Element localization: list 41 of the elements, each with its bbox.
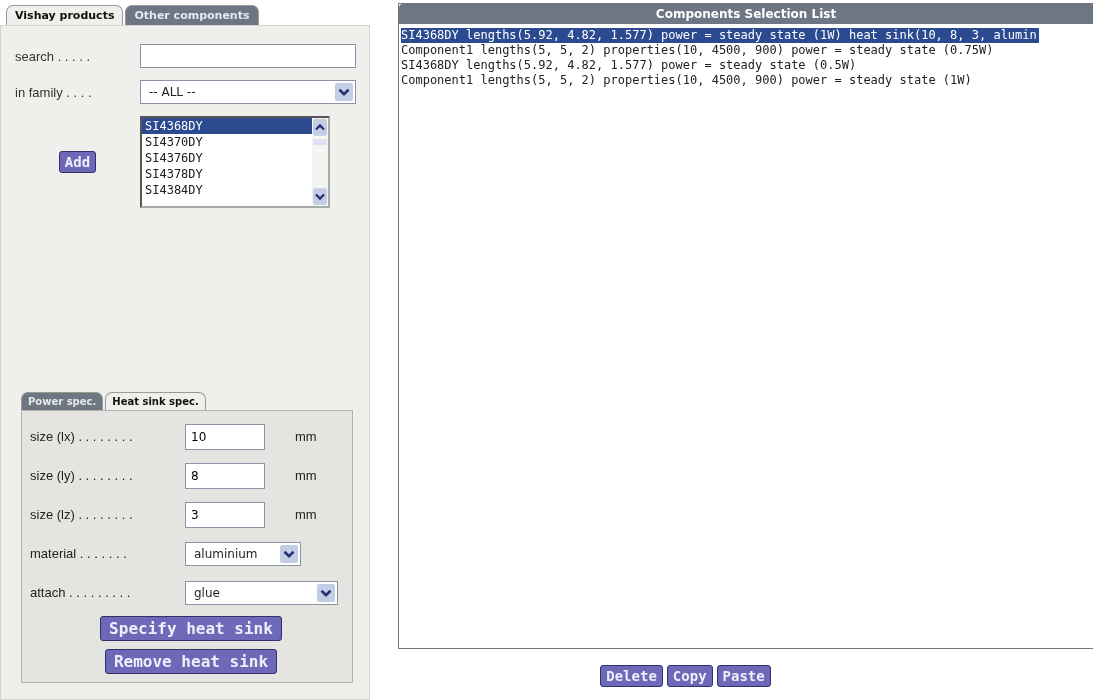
list-row[interactable]: SI4368DY lengths(5.92, 4.82, 1.577) power = steady state (1W) heat sink(10, 8, 3, alumin bbox=[401, 28, 1039, 43]
field-label: material . . . . . . . bbox=[30, 546, 128, 561]
input-field[interactable]: 8 bbox=[185, 462, 265, 489]
unit-label: mm bbox=[295, 507, 317, 522]
field-label: attach . . . . . . . . . bbox=[30, 585, 132, 600]
list-item[interactable]: SI4378DY bbox=[142, 166, 312, 182]
unit-label: mm bbox=[295, 429, 317, 444]
search-field[interactable] bbox=[140, 44, 356, 68]
field-label: size (ly) . . . . . . . . bbox=[30, 468, 134, 483]
action-button[interactable]: Paste bbox=[716, 665, 771, 687]
dropdown[interactable]: glue bbox=[185, 580, 338, 605]
action-button[interactable]: Specify heat sink bbox=[100, 616, 282, 641]
add-button[interactable]: Add bbox=[58, 151, 97, 173]
input-field[interactable]: 3 bbox=[185, 501, 265, 528]
list-item[interactable]: SI4370DY bbox=[142, 134, 312, 150]
input-field[interactable]: 10 bbox=[185, 423, 265, 450]
chevron-down-icon bbox=[335, 83, 353, 101]
list-item[interactable]: SI4376DY bbox=[142, 150, 312, 166]
tab[interactable]: Heat sink spec. bbox=[105, 392, 206, 410]
family-dropdown[interactable]: -- ALL -- bbox=[140, 80, 356, 104]
field-label: size (lx) . . . . . . . . bbox=[30, 429, 134, 444]
tab[interactable]: Power spec. bbox=[21, 392, 104, 410]
list-item[interactable]: SI4368DY bbox=[142, 118, 312, 134]
chevron-down-icon bbox=[280, 544, 298, 563]
chevron-down-icon bbox=[317, 583, 335, 602]
list-row[interactable]: Component1 lengths(5, 5, 2) properties(10, 4500, 900) power = steady state (1W) bbox=[401, 73, 974, 88]
dropdown[interactable]: aluminium bbox=[185, 541, 301, 566]
field-label: size (lz) . . . . . . . . bbox=[30, 507, 134, 522]
field-label: in family . . . . bbox=[15, 84, 93, 100]
tab[interactable]: Other components bbox=[125, 5, 259, 25]
unit-label: mm bbox=[295, 468, 317, 483]
action-button[interactable]: Remove heat sink bbox=[104, 649, 278, 674]
action-button[interactable]: Copy bbox=[666, 665, 713, 687]
list-item[interactable]: SI4384DY bbox=[142, 182, 312, 198]
list-title: Components Selection List bbox=[399, 4, 1093, 24]
action-button[interactable]: Delete bbox=[600, 665, 663, 687]
field-label: search . . . . . bbox=[15, 48, 92, 64]
tab[interactable]: Vishay products bbox=[6, 5, 124, 25]
list-row[interactable]: SI4368DY lengths(5.92, 4.82, 1.577) power = steady state (0.5W) bbox=[401, 58, 859, 73]
list-row[interactable]: Component1 lengths(5, 5, 2) properties(10, 4500, 900) power = steady state (0.75W) bbox=[401, 43, 996, 58]
scrollbar[interactable] bbox=[312, 118, 328, 206]
